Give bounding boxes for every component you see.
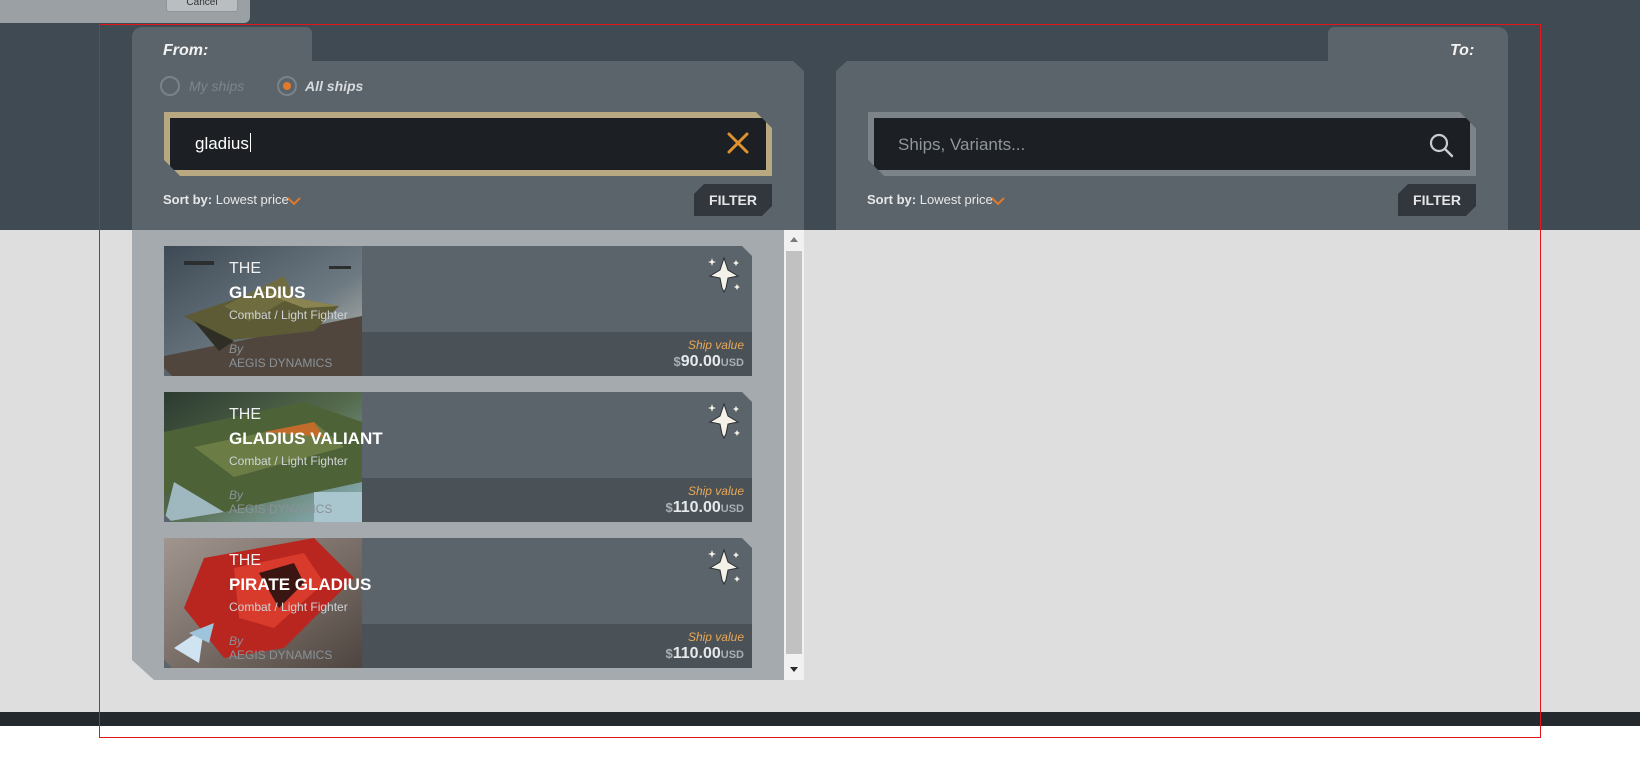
ship-price: $90.00USD (673, 353, 744, 371)
ship-name: GLADIUS VALIANT (229, 429, 383, 448)
ship-name-prefix: THE (229, 552, 261, 569)
scroll-up-arrow-icon[interactable] (784, 230, 804, 248)
ship-name: PIRATE GLADIUS (229, 575, 372, 594)
from-search-value: gladius (195, 134, 249, 153)
from-search-field[interactable] (164, 112, 772, 176)
to-label: To: (1450, 42, 1475, 59)
cancel-button[interactable]: Cancel (166, 0, 238, 12)
clear-search-icon[interactable] (725, 130, 751, 156)
price-amount: 110.00 (672, 645, 721, 662)
ship-role: Combat / Light Fighter (229, 454, 348, 468)
ship-name-prefix: THE (229, 406, 261, 423)
chevron-down-icon[interactable] (286, 193, 302, 209)
ship-name-prefix: THE (229, 260, 261, 277)
manufacturer-name: AEGIS DYNAMICS (229, 356, 333, 370)
light-fighter-icon (708, 402, 740, 440)
sort-prefix: Sort by: (163, 192, 213, 207)
manufacturer-name: AEGIS DYNAMICS (229, 648, 333, 662)
sort-value: Lowest price (215, 192, 289, 207)
ship-price: $110.00USD (665, 645, 744, 663)
scrollbar-thumb[interactable] (786, 251, 802, 654)
currency-symbol: $ (665, 500, 673, 515)
manufacturer-by-label: By (229, 634, 244, 648)
ship-role: Combat / Light Fighter (229, 600, 348, 614)
ship-value-label: Ship value (687, 484, 744, 498)
sort-value: Lowest price (919, 192, 993, 207)
ship-card[interactable]: THE PIRATE GLADIUS Combat / Light Fighte… (164, 538, 752, 668)
to-sort-control[interactable]: Sort by: Lowest price (867, 192, 993, 207)
currency-code: USD (720, 357, 744, 369)
manufacturer-by-label: By (229, 342, 244, 356)
price-amount: 90.00 (680, 353, 721, 370)
currency-code: USD (720, 649, 744, 661)
ship-value-label: Ship value (687, 630, 744, 644)
price-amount: 110.00 (672, 499, 721, 516)
ship-name: GLADIUS (229, 283, 306, 302)
ship-price: $110.00USD (665, 499, 744, 517)
ship-role: Combat / Light Fighter (229, 308, 348, 322)
to-search-input[interactable] (898, 129, 1398, 161)
ship-card[interactable]: THE GLADIUS VALIANT Combat / Light Fight… (164, 392, 752, 522)
scroll-down-arrow-icon[interactable] (784, 661, 804, 679)
chevron-down-icon[interactable] (990, 193, 1006, 209)
footer-strip (0, 712, 1640, 726)
from-sort-control[interactable]: Sort by: Lowest price (163, 192, 289, 207)
currency-symbol: $ (673, 354, 681, 369)
sort-prefix: Sort by: (867, 192, 917, 207)
ship-value-label: Ship value (687, 338, 744, 352)
light-fighter-icon (708, 548, 740, 586)
light-fighter-icon (708, 256, 740, 294)
manufacturer-name: AEGIS DYNAMICS (229, 502, 333, 516)
search-icon[interactable] (1428, 132, 1454, 158)
text-caret (249, 133, 251, 152)
manufacturer-by-label: By (229, 488, 244, 502)
currency-symbol: $ (665, 646, 673, 661)
to-filter-button[interactable]: FILTER (1398, 184, 1476, 216)
currency-code: USD (720, 503, 744, 515)
radio-my-ships[interactable] (160, 76, 180, 96)
radio-all-ships-label[interactable]: All ships (305, 78, 363, 94)
from-search-input[interactable]: gladius (195, 133, 251, 154)
from-label: From: (163, 42, 209, 59)
radio-my-ships-label[interactable]: My ships (189, 78, 244, 94)
from-filter-button[interactable]: FILTER (694, 184, 772, 216)
ship-card[interactable]: THE GLADIUS Combat / Light Fighter By AE… (164, 246, 752, 376)
radio-all-ships[interactable] (277, 76, 297, 96)
ship-results-list: THE GLADIUS Combat / Light Fighter By AE… (164, 246, 752, 684)
